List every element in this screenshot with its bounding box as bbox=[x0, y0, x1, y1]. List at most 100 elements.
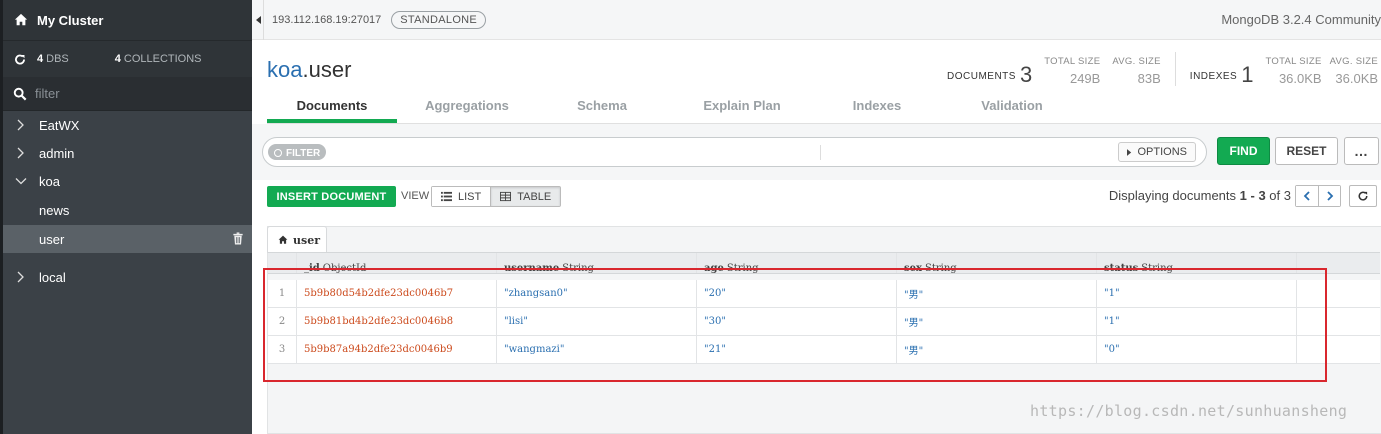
prev-page-button[interactable] bbox=[1296, 186, 1318, 206]
view-label: VIEW bbox=[401, 190, 430, 202]
documents-stat: DOCUMENTS 3 bbox=[947, 64, 1032, 86]
cell-username[interactable]: "wangmazi" bbox=[497, 336, 697, 363]
header-type: String bbox=[924, 262, 957, 274]
chevron-right-icon bbox=[17, 147, 24, 159]
db-name: EatWX bbox=[39, 117, 80, 133]
sidebar-stats: 4 DBS 4 COLLECTIONS bbox=[3, 40, 252, 77]
header-field: sex bbox=[904, 262, 922, 274]
connection-host: 193.112.168.19:27017 bbox=[272, 13, 382, 26]
total-size-label: TOTAL SIZE bbox=[1044, 56, 1101, 67]
table-view-button[interactable]: TABLE bbox=[490, 187, 561, 206]
cell-id[interactable]: 5b9b87a94b2dfe23dc0046b9 bbox=[297, 336, 497, 363]
reset-button[interactable]: RESET bbox=[1275, 137, 1338, 165]
cell-status[interactable]: "1" bbox=[1097, 280, 1297, 307]
sidebar-collection-news[interactable]: news bbox=[3, 195, 252, 225]
header-sex[interactable]: sex String bbox=[897, 253, 1097, 273]
caret-right-icon bbox=[1127, 148, 1132, 156]
avg-size-stat: AVG. SIZE 83B bbox=[1112, 56, 1160, 86]
sidebar-db-admin[interactable]: admin bbox=[3, 139, 252, 167]
stats-divider bbox=[1174, 52, 1176, 86]
row-index: 1 bbox=[268, 280, 297, 307]
query-bar: FILTER OPTIONS FIND RESET … bbox=[252, 124, 1381, 180]
cell-age[interactable]: "21" bbox=[697, 336, 897, 363]
header-username[interactable]: username String bbox=[497, 253, 697, 273]
header-status[interactable]: status String bbox=[1097, 253, 1297, 273]
tab-schema[interactable]: Schema bbox=[537, 92, 667, 123]
list-view-button[interactable]: LIST bbox=[432, 187, 491, 206]
cell-username[interactable]: "zhangsan0" bbox=[497, 280, 697, 307]
cell-age[interactable]: "30" bbox=[697, 308, 897, 335]
header-age[interactable]: age String bbox=[697, 253, 897, 273]
header-type: String bbox=[726, 262, 759, 274]
db-name: local bbox=[39, 269, 66, 285]
index-total-size-stat: TOTAL SIZE 36.0KB bbox=[1265, 56, 1321, 86]
table-breadcrumb-tab[interactable]: user bbox=[267, 226, 327, 253]
display-of: of bbox=[1269, 188, 1281, 203]
cell-sex[interactable]: "男" bbox=[897, 280, 1097, 307]
cell-status[interactable]: "1" bbox=[1097, 308, 1297, 335]
display-count: Displaying documents 1 - 3 of 3 bbox=[1109, 188, 1291, 203]
header-field: username bbox=[504, 262, 560, 274]
tab-indexes[interactable]: Indexes bbox=[817, 92, 937, 123]
table-row[interactable]: 3 5b9b87a94b2dfe23dc0046b9 "wangmazi" "2… bbox=[268, 336, 1380, 364]
row-index: 2 bbox=[268, 308, 297, 335]
table-row[interactable]: 2 5b9b81bd4b2dfe23dc0046b8 "lisi" "30" "… bbox=[268, 308, 1380, 336]
cell-id[interactable]: 5b9b81bd4b2dfe23dc0046b8 bbox=[297, 308, 497, 335]
home-icon bbox=[278, 235, 288, 244]
cell-sex[interactable]: "男" bbox=[897, 308, 1097, 335]
view-toggle: LIST TABLE bbox=[431, 186, 562, 207]
home-icon bbox=[14, 13, 28, 26]
display-range: 1 - 3 bbox=[1239, 188, 1266, 203]
documents-grid: _id ObjectId username String age String sex… bbox=[268, 252, 1380, 364]
index-avg-size-stat: AVG. SIZE 36.0KB bbox=[1330, 56, 1378, 86]
cell-sex[interactable]: "男" bbox=[897, 336, 1097, 363]
cell-status[interactable]: "0" bbox=[1097, 336, 1297, 363]
sidebar-header[interactable]: My Cluster bbox=[3, 0, 252, 40]
tab-documents[interactable]: Documents bbox=[267, 92, 397, 123]
pagination bbox=[1295, 185, 1341, 207]
sidebar-db-koa[interactable]: koa bbox=[3, 167, 252, 195]
collapse-sidebar-button[interactable] bbox=[254, 0, 264, 40]
header-field: status bbox=[1104, 262, 1139, 274]
more-options-button[interactable]: … bbox=[1344, 137, 1379, 165]
tab-explain-plan[interactable]: Explain Plan bbox=[667, 92, 817, 123]
collection-db-name: koa bbox=[267, 57, 303, 82]
filter-dot-icon bbox=[274, 149, 282, 157]
refresh-icon[interactable] bbox=[13, 53, 27, 66]
chevron-left-icon bbox=[1303, 191, 1310, 201]
sidebar-collection-user[interactable]: user bbox=[3, 225, 252, 253]
filter-input[interactable]: FILTER OPTIONS bbox=[262, 137, 1207, 167]
refresh-icon bbox=[1358, 191, 1368, 201]
insert-document-button[interactable]: INSERT DOCUMENT bbox=[267, 186, 396, 207]
dbs-label: DBS bbox=[46, 53, 69, 65]
collections-count: 4 bbox=[114, 53, 121, 65]
table-row[interactable]: 1 5b9b80d54b2dfe23dc0046b7 "zhangsan0" "… bbox=[268, 280, 1380, 308]
tab-aggregations[interactable]: Aggregations bbox=[397, 92, 537, 123]
find-button[interactable]: FIND bbox=[1217, 137, 1270, 165]
sidebar-db-eatwx[interactable]: EatWX bbox=[3, 111, 252, 139]
documents-label: DOCUMENTS bbox=[947, 71, 1016, 82]
cell-id[interactable]: 5b9b80d54b2dfe23dc0046b7 bbox=[297, 280, 497, 307]
next-page-button[interactable] bbox=[1318, 186, 1340, 206]
sidebar-db-local[interactable]: local bbox=[3, 263, 252, 291]
collection-name: user bbox=[39, 231, 65, 247]
filter-chip: FILTER bbox=[268, 144, 327, 160]
options-button[interactable]: OPTIONS bbox=[1118, 142, 1196, 162]
tab-validation[interactable]: Validation bbox=[937, 92, 1087, 123]
row-index: 3 bbox=[268, 336, 297, 363]
refresh-documents-button[interactable] bbox=[1349, 185, 1377, 207]
header-index bbox=[268, 253, 297, 273]
header-id[interactable]: _id ObjectId bbox=[297, 253, 497, 273]
grid-header: _id ObjectId username String age String sex… bbox=[268, 252, 1380, 274]
db-name: admin bbox=[39, 145, 75, 161]
index-avg-size-label: AVG. SIZE bbox=[1329, 56, 1379, 67]
indexes-stat: INDEXES 1 bbox=[1190, 64, 1254, 86]
avg-size-value: 83B bbox=[1137, 71, 1161, 86]
sidebar-filter-input[interactable] bbox=[35, 86, 235, 101]
trash-icon[interactable] bbox=[232, 232, 244, 245]
db-name: koa bbox=[39, 173, 60, 189]
topbar: 193.112.168.19:27017 STANDALONE MongoDB … bbox=[252, 0, 1381, 40]
cell-age[interactable]: "20" bbox=[697, 280, 897, 307]
document-stats: DOCUMENTS 3 TOTAL SIZE 249B AVG. SIZE 83… bbox=[947, 52, 1378, 86]
cell-username[interactable]: "lisi" bbox=[497, 308, 697, 335]
